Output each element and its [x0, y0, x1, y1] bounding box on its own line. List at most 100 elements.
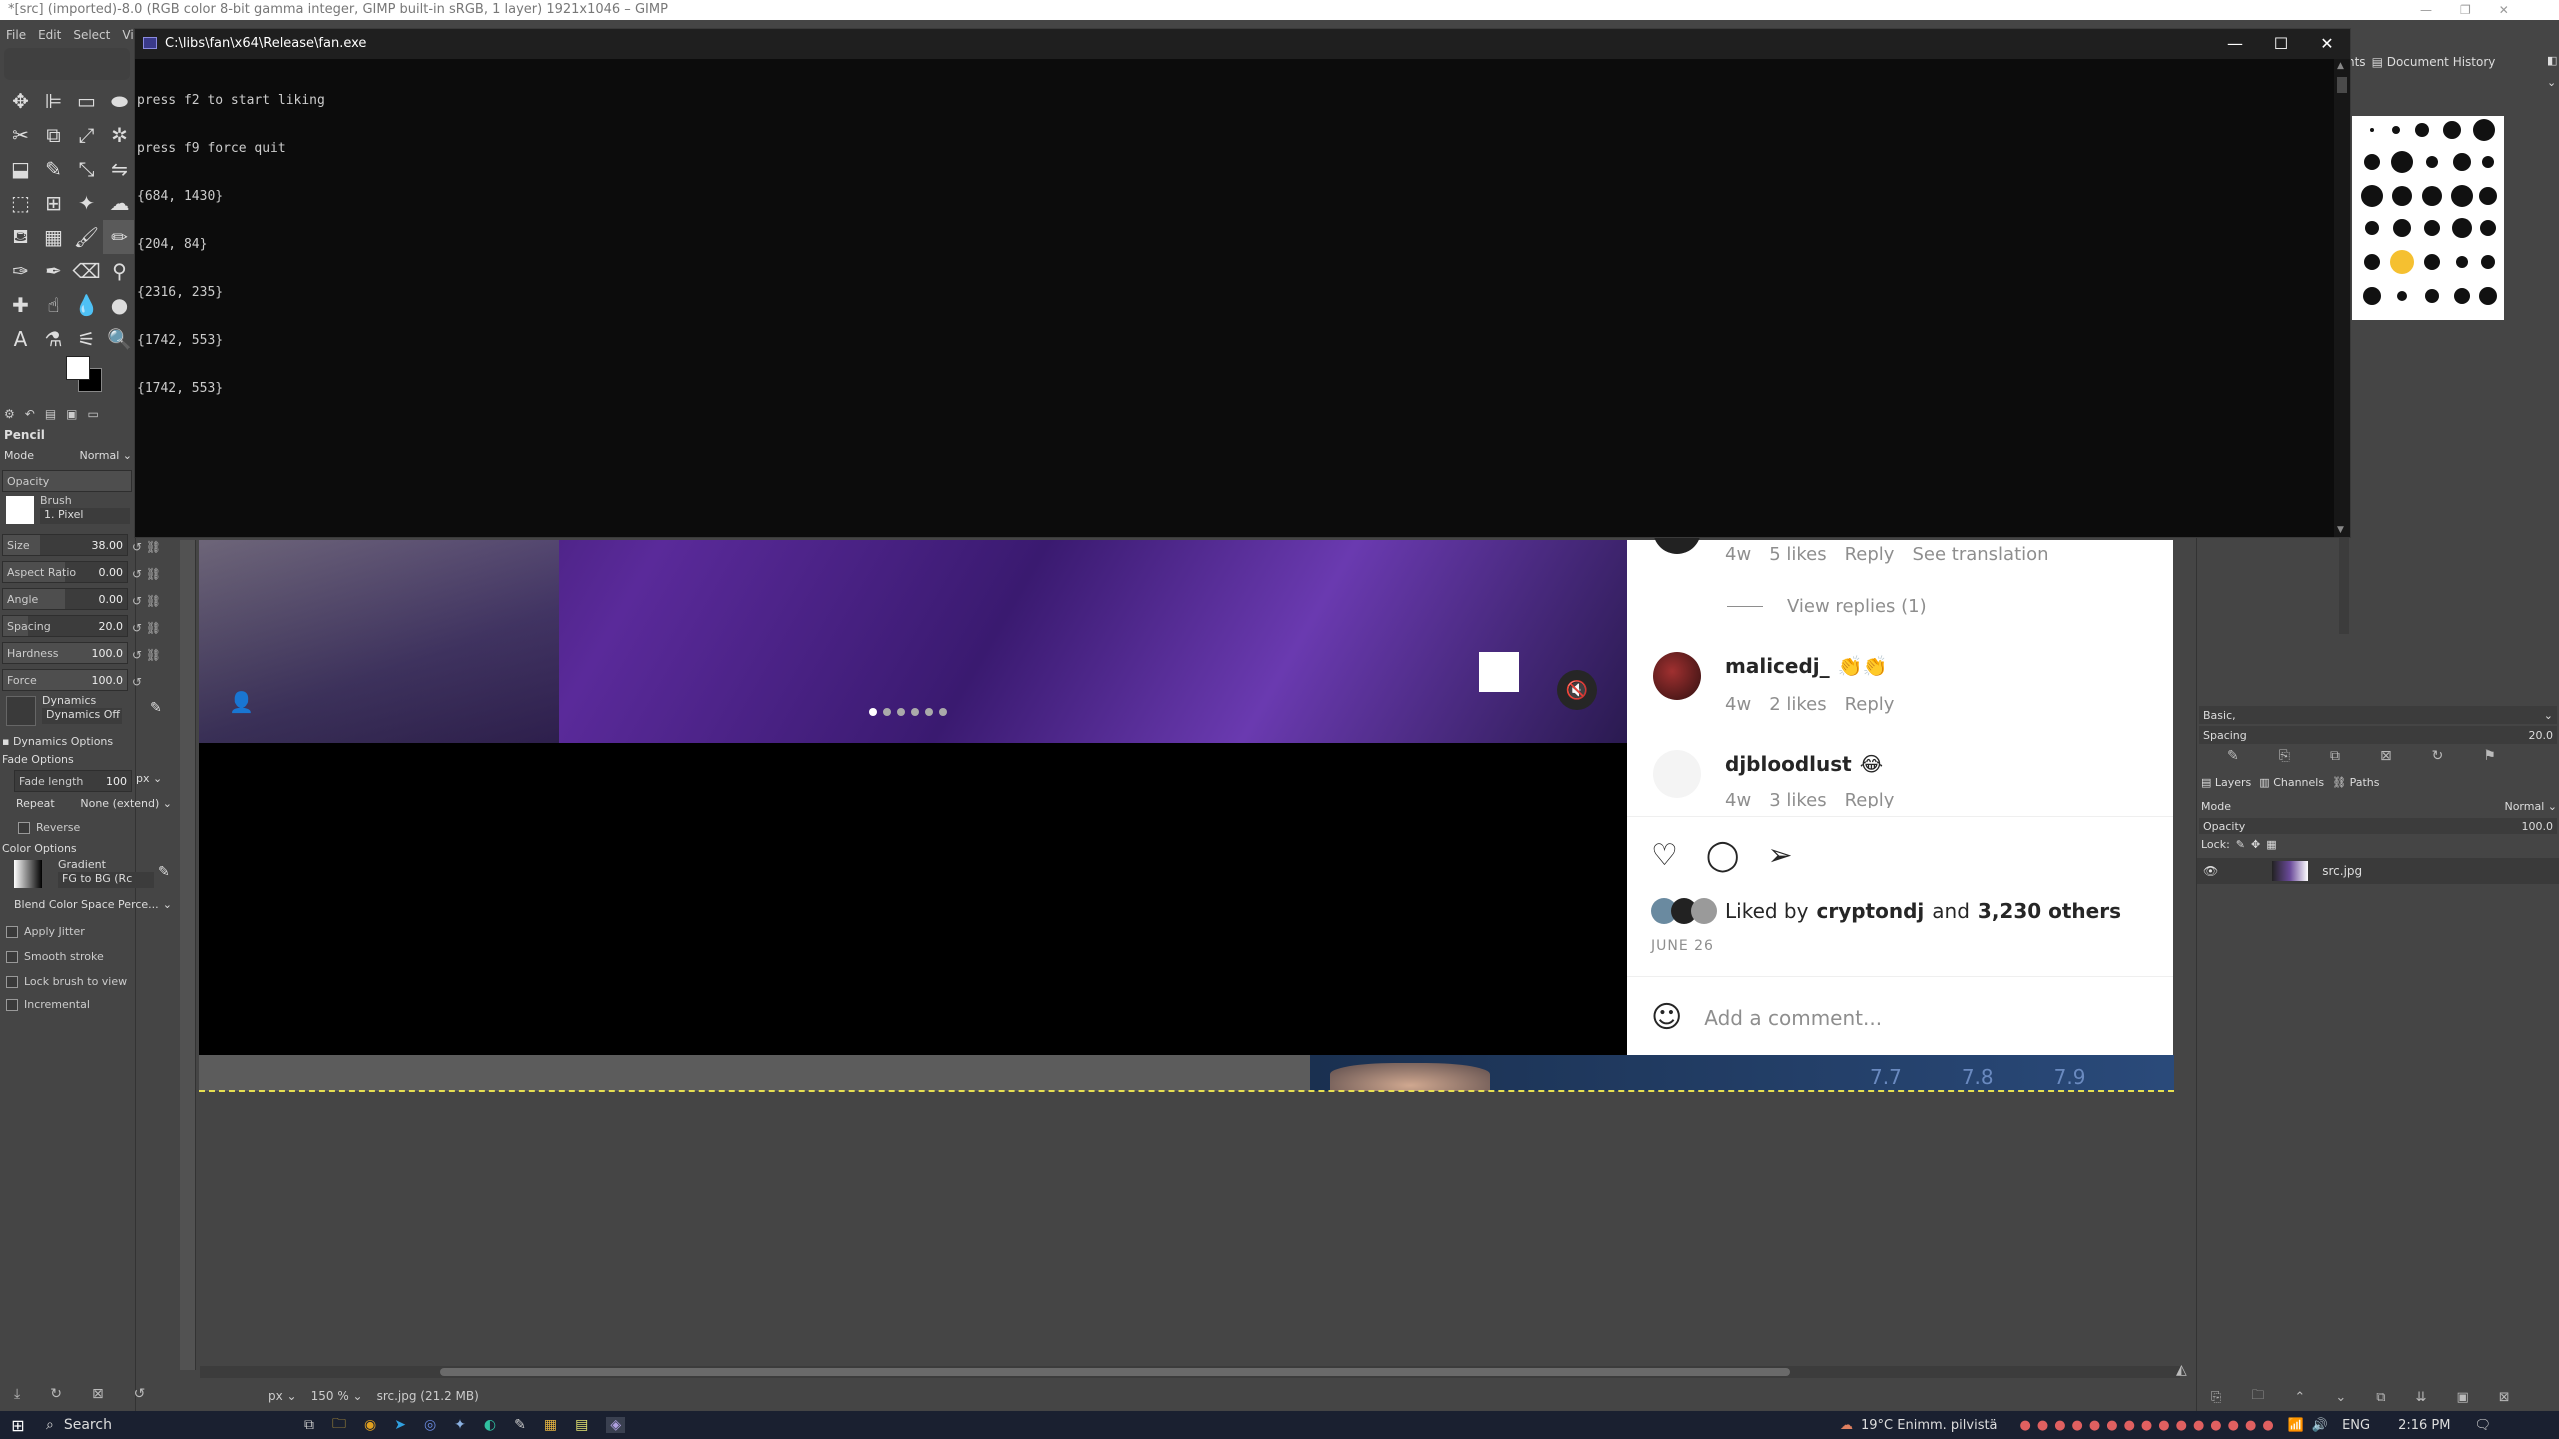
clone-tool-icon[interactable]: ⚲: [103, 254, 136, 288]
file-explorer-icon[interactable]: 🗀: [332, 1413, 346, 1437]
carousel-dot[interactable]: [883, 708, 891, 716]
edit-gradient-icon[interactable]: ✎: [158, 864, 170, 880]
zoom-tool-icon[interactable]: 🔍: [103, 322, 136, 356]
carousel-dot[interactable]: [939, 708, 947, 716]
wifi-icon[interactable]: 📶: [2288, 1418, 2304, 1433]
scroll-down-icon[interactable]: ▼: [2337, 525, 2344, 535]
lock-position-icon[interactable]: ✥: [2251, 838, 2260, 851]
color-picker-icon[interactable]: ⚗: [37, 322, 70, 356]
delete-options-icon[interactable]: ⊠: [92, 1386, 104, 1402]
console-scrollbar[interactable]: ▲ ▼: [2334, 59, 2350, 537]
notifications-icon[interactable]: 🗨: [2474, 1418, 2491, 1433]
see-translation-button[interactable]: See translation: [1912, 544, 2048, 565]
restore-options-icon[interactable]: ↻: [50, 1386, 62, 1402]
zoom-select[interactable]: 150 % ⌄: [311, 1389, 363, 1403]
menu-select[interactable]: Select: [73, 28, 110, 42]
console-window[interactable]: C:\libs\fan\x64\Release\fan.exe — ☐ ✕ pr…: [134, 28, 2351, 538]
djbloodlust-avatar[interactable]: [1653, 750, 1701, 798]
reverse-checkbox[interactable]: Reverse: [18, 821, 80, 834]
console-minimize-icon[interactable]: —: [2212, 29, 2258, 59]
fuzzy-select-icon[interactable]: ✲: [103, 118, 136, 152]
console-maximize-icon[interactable]: ☐: [2258, 29, 2304, 59]
console-close-icon[interactable]: ✕: [2304, 29, 2350, 59]
smooth-stroke-checkbox[interactable]: Smooth stroke: [6, 950, 104, 963]
device-status-tab-icon[interactable]: ↶: [25, 407, 35, 421]
add-comment-input[interactable]: Add a comment...: [1704, 1006, 1882, 1030]
reply-button[interactable]: Reply: [1845, 790, 1895, 808]
layer-visibility-eye-icon[interactable]: 👁: [2203, 864, 2218, 878]
layer-mask-icon[interactable]: ▣: [2456, 1390, 2468, 1405]
mute-icon[interactable]: 🔇: [1557, 670, 1597, 710]
brushes-grid[interactable]: [2352, 116, 2504, 320]
edit-brush-icon[interactable]: ✎: [2227, 748, 2239, 764]
emoji-icon[interactable]: ☺: [1651, 1000, 1682, 1035]
unit-select[interactable]: px ⌄: [268, 1389, 297, 1403]
layer-thumbnail[interactable]: [2272, 861, 2309, 881]
grid-tool-icon[interactable]: ⊞: [37, 186, 70, 220]
weather-icon[interactable]: ☁: [1840, 1418, 1853, 1433]
delete-brush-icon[interactable]: ⊠: [2380, 748, 2392, 764]
ellipse-select-icon[interactable]: ⬬: [103, 84, 136, 118]
notepad-icon[interactable]: ▤: [575, 1417, 588, 1433]
comment-likes[interactable]: 2 likes: [1769, 694, 1826, 715]
merge-down-icon[interactable]: ⇊: [2416, 1390, 2427, 1405]
reset-icon[interactable]: ↺ ⛓: [132, 642, 172, 669]
lock-alpha-icon[interactable]: ▦: [2266, 838, 2276, 851]
smudge-tool-icon[interactable]: ☝: [37, 288, 70, 322]
unified-transform-icon[interactable]: ⧉: [37, 118, 70, 152]
edit-dynamics-icon[interactable]: ✎: [150, 700, 162, 716]
reset-icon[interactable]: ↺: [132, 669, 172, 696]
carousel-dot[interactable]: [897, 708, 905, 716]
cage-tool-icon[interactable]: ⬚: [4, 186, 37, 220]
move-tool-icon[interactable]: ✥: [4, 84, 37, 118]
mode-select[interactable]: Normal ⌄: [79, 449, 132, 462]
windows-start-icon[interactable]: ⊞: [0, 1411, 36, 1439]
carousel-dot[interactable]: [925, 708, 933, 716]
heal-tool-icon[interactable]: ✚: [4, 288, 37, 322]
brush-spacing-slider[interactable]: Spacing 20.0: [2199, 726, 2557, 744]
tab-channels[interactable]: ▥ Channels: [2259, 776, 2324, 789]
spacing-slider[interactable]: Spacing 20.0: [2, 615, 128, 637]
aspect-ratio-slider[interactable]: Aspect Ratio 0.00: [2, 561, 128, 583]
scale-tool-icon[interactable]: ⤡: [70, 152, 103, 186]
minimize-icon[interactable]: —: [2420, 3, 2432, 17]
taskbar-search[interactable]: ⌕ Search: [36, 1411, 296, 1439]
raise-layer-icon[interactable]: ⌃: [2294, 1390, 2305, 1405]
scroll-up-icon[interactable]: ▲: [2337, 61, 2344, 71]
crop-tool-icon[interactable]: ✂: [4, 118, 37, 152]
comment-likes[interactable]: 5 likes: [1769, 544, 1826, 565]
blur-tool-icon[interactable]: 💧: [70, 288, 103, 322]
angle-slider[interactable]: Angle 0.00: [2, 588, 128, 610]
paintbrush-icon[interactable]: 🖌: [70, 220, 103, 254]
eraser-icon[interactable]: ⌫: [70, 254, 103, 288]
force-slider[interactable]: Force 100.0: [2, 669, 128, 691]
comment-username[interactable]: malicedj_: [1725, 654, 1830, 678]
scrollbar-thumb[interactable]: [440, 1368, 1790, 1376]
menu-edit[interactable]: Edit: [38, 28, 61, 42]
liked-by-others-link[interactable]: 3,230 others: [1978, 899, 2121, 923]
reply-button[interactable]: Reply: [1845, 544, 1895, 565]
post-media[interactable]: 👤 🔇: [199, 540, 1627, 743]
dodge-tool-icon[interactable]: ●: [103, 288, 136, 322]
dynamics-select[interactable]: Dynamics Off: [42, 708, 122, 724]
dynamics-options-expander[interactable]: ▪ Dynamics Options: [2, 735, 113, 748]
reset-icon[interactable]: ↺ ⛓: [132, 588, 172, 615]
console-titlebar[interactable]: C:\libs\fan\x64\Release\fan.exe — ☐ ✕: [135, 29, 2350, 59]
comment-bubble-icon[interactable]: ◯: [1706, 838, 1740, 873]
carousel-dot[interactable]: [911, 708, 919, 716]
telegram-icon[interactable]: ➤: [394, 1417, 406, 1433]
tab-paths[interactable]: ⛓ Paths: [2332, 776, 2379, 789]
images-tab-icon[interactable]: ▣: [66, 407, 77, 421]
chrome-icon[interactable]: ◉: [364, 1417, 376, 1433]
measure-tool-icon[interactable]: ⚟: [70, 322, 103, 356]
navigate-icon[interactable]: ◭: [2176, 1362, 2187, 1378]
gradient-select[interactable]: FG to BG (Rc: [58, 872, 154, 888]
lock-pixels-icon[interactable]: ✎: [2236, 838, 2245, 851]
user-tag-icon[interactable]: 👤: [229, 690, 254, 714]
delete-layer-icon[interactable]: ⊠: [2499, 1390, 2510, 1405]
duplicate-brush-icon[interactable]: ⧉: [2330, 748, 2340, 764]
text-tool-icon[interactable]: A: [4, 322, 37, 356]
like-heart-icon[interactable]: ♡: [1651, 838, 1678, 873]
console-scroll-thumb[interactable]: [2337, 77, 2347, 93]
brush-name[interactable]: 1. Pixel: [40, 508, 130, 524]
